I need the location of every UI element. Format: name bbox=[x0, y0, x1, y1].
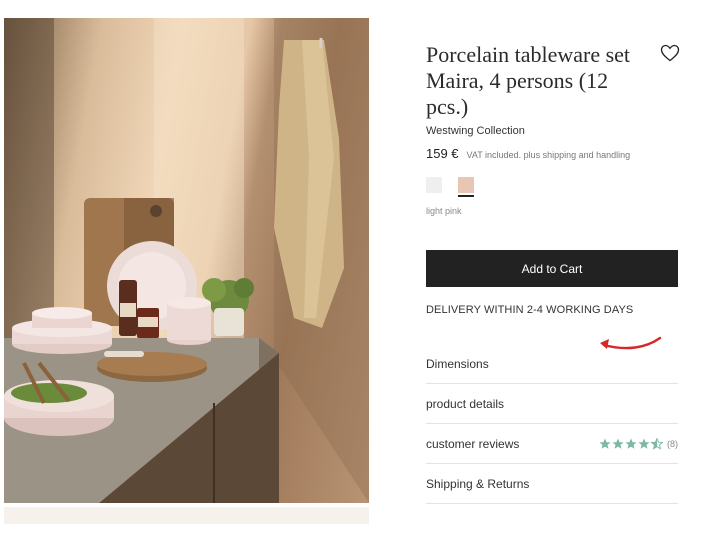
delivery-info: DELIVERY WITHIN 2-4 WORKING DAYS bbox=[426, 304, 634, 316]
accordion-label: customer reviews bbox=[426, 436, 520, 451]
price-row: 159 € VAT included. plus shipping and ha… bbox=[426, 146, 630, 161]
image-thumbnail-strip bbox=[4, 507, 369, 524]
heart-icon[interactable] bbox=[660, 44, 680, 62]
selected-color-label: light pink bbox=[426, 206, 462, 216]
accordion-product-details[interactable]: product details bbox=[426, 384, 678, 424]
price: 159 € bbox=[426, 146, 459, 161]
accordion-shipping-returns[interactable]: Shipping & Returns bbox=[426, 464, 678, 504]
star-rating: (8) bbox=[599, 437, 678, 450]
star-icon bbox=[638, 438, 650, 449]
brand-link[interactable]: Westwing Collection bbox=[426, 125, 525, 137]
star-icon bbox=[599, 438, 611, 449]
accordion-label: product details bbox=[426, 396, 505, 411]
star-icon bbox=[625, 438, 637, 449]
swatch-light-grey[interactable] bbox=[426, 177, 442, 193]
star-half-icon bbox=[651, 437, 663, 450]
color-swatches bbox=[426, 177, 474, 197]
product-image[interactable] bbox=[4, 18, 369, 503]
review-count: (8) bbox=[667, 438, 678, 449]
accordion-label: Dimensions bbox=[426, 356, 489, 371]
product-accordion: Dimensions product details customer revi… bbox=[426, 344, 678, 504]
accordion-label: Shipping & Returns bbox=[426, 476, 530, 491]
star-icon bbox=[612, 438, 624, 449]
swatch-light-pink[interactable] bbox=[458, 177, 474, 197]
add-to-cart-button[interactable]: Add to Cart bbox=[426, 250, 678, 287]
product-title: Porcelain tableware set Maira, 4 persons… bbox=[426, 42, 631, 119]
vat-note: VAT included. plus shipping and handling bbox=[466, 150, 631, 160]
accordion-dimensions[interactable]: Dimensions bbox=[426, 344, 678, 384]
accordion-customer-reviews[interactable]: customer reviews (8) bbox=[426, 424, 678, 464]
product-photo-illustration bbox=[4, 18, 369, 503]
